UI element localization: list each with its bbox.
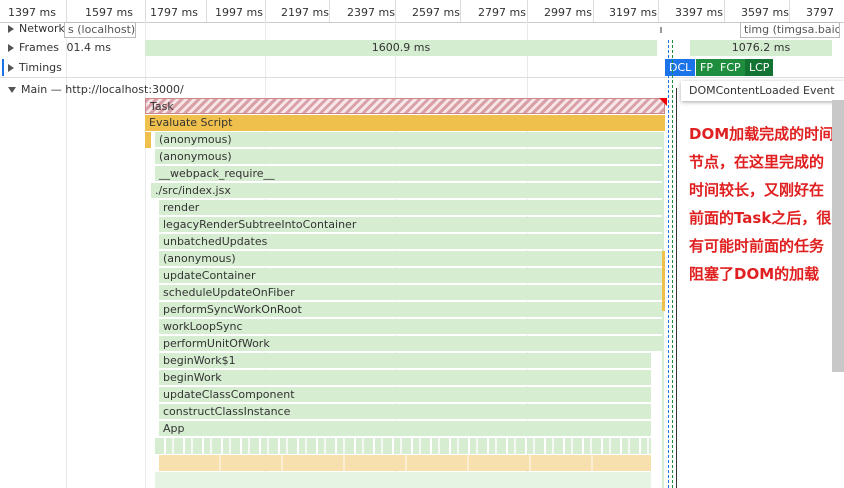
ruler-tick: 2397 ms	[347, 6, 395, 19]
frame-bar[interactable]: 1076.2 ms	[690, 40, 832, 56]
flame-frame[interactable]: render	[159, 200, 662, 216]
ruler-tick: 3197 ms	[609, 6, 657, 19]
flame-frame[interactable]: constructClassInstance	[159, 404, 651, 420]
flame-frame[interactable]: unbatchedUpdates	[159, 234, 662, 250]
flame-frame[interactable]: __webpack_require__	[155, 166, 662, 182]
ruler-tick: 1397 ms	[8, 6, 56, 19]
ruler-tick: 2797 ms	[478, 6, 526, 19]
network-request[interactable]: timg (timgsa.baidu	[740, 22, 840, 38]
evaluate-script-bar[interactable]: Evaluate Script	[145, 115, 665, 131]
ruler-tick: 2197 ms	[281, 6, 329, 19]
flame-frame[interactable]: beginWork	[159, 370, 651, 386]
marker-tooltip: DOMContentLoaded Event	[681, 81, 844, 101]
ruler-tick: 2997 ms	[544, 6, 592, 19]
frames-track-toggle[interactable]: Frames 01.4 ms	[8, 41, 111, 54]
dcl-marker[interactable]: DCL	[665, 59, 696, 76]
flame-frame[interactable]: ./src/index.jsx	[151, 183, 662, 199]
fcp-marker[interactable]: FCP	[716, 59, 745, 76]
ruler-tick: 3397 ms	[675, 6, 723, 19]
flame-frame[interactable]: (anonymous)	[155, 132, 662, 148]
deep-stack-frames[interactable]	[155, 472, 651, 488]
ruler-tick: 1597 ms	[85, 6, 133, 19]
fcp-line	[672, 40, 673, 488]
flame-frame[interactable]: performSyncWorkOnRoot	[159, 302, 662, 318]
flame-frame[interactable]: (anonymous)	[155, 149, 662, 165]
frame-bar[interactable]: 1600.9 ms	[145, 40, 657, 56]
fp-marker[interactable]: FP	[696, 59, 717, 76]
network-track-toggle[interactable]: Network	[8, 22, 65, 35]
network-request[interactable]: s (localhost)	[64, 22, 136, 38]
vertical-scrollbar[interactable]	[832, 100, 844, 372]
expand-arrow-icon	[8, 25, 14, 33]
flame-frame[interactable]: updateClassComponent	[159, 387, 651, 403]
ruler-tick: 1797 ms	[150, 6, 198, 19]
lcp-marker[interactable]: LCP	[745, 59, 774, 76]
dcl-line	[668, 40, 669, 488]
task-bar[interactable]: Task	[145, 98, 665, 114]
long-task-warning-icon	[659, 98, 667, 106]
frame-duration: 01.4 ms	[66, 41, 111, 54]
collapse-arrow-icon	[8, 87, 16, 93]
annotation-text: DOM加载完成的时间节点，在这里完成的时间较长，又刚好在前面的Task之后，很有…	[689, 125, 835, 283]
main-track-toggle[interactable]: Main — http://localhost:3000/	[8, 83, 184, 96]
flame-frame[interactable]: legacyRenderSubtreeIntoContainer	[159, 217, 662, 233]
time-ruler[interactable]: 1397 ms 1597 ms 1797 ms 1997 ms 2197 ms …	[0, 0, 844, 23]
flame-frame[interactable]: scheduleUpdateOnFiber	[159, 285, 662, 301]
flame-frame[interactable]: (anonymous)	[159, 251, 662, 267]
ruler-tick: 3597 ms	[741, 6, 789, 19]
flame-frame[interactable]: App	[159, 421, 651, 437]
expand-arrow-icon	[8, 64, 14, 72]
flame-frame[interactable]: beginWork$1	[159, 353, 651, 369]
flame-frame[interactable]: updateContainer	[159, 268, 662, 284]
timings-track-toggle[interactable]: Timings	[8, 61, 62, 74]
flame-frame[interactable]: workLoopSync	[159, 319, 662, 335]
flame-frame[interactable]: performUnitOfWork	[159, 336, 662, 352]
ruler-tick: 3797	[806, 6, 834, 19]
expand-arrow-icon	[8, 44, 14, 52]
deep-stack-frames[interactable]	[155, 438, 651, 454]
ruler-tick: 2597 ms	[412, 6, 460, 19]
deep-stack-frames[interactable]	[159, 455, 651, 471]
ruler-tick: 1997 ms	[215, 6, 263, 19]
